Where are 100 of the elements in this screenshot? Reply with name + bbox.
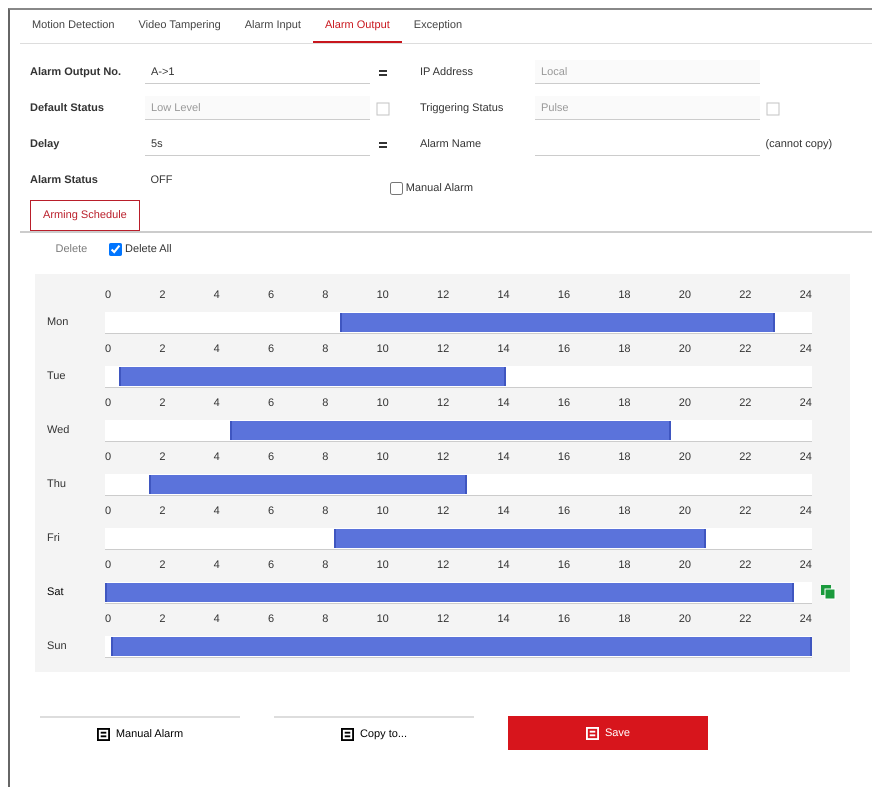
day-label[interactable]: Mon [43, 314, 105, 338]
tick-label: 22 [739, 396, 752, 411]
tab[interactable]: Exception [402, 10, 474, 43]
timeline-track[interactable] [105, 420, 812, 442]
tick-label: 16 [558, 558, 570, 573]
checkbox[interactable] [390, 182, 403, 195]
tick-label: 8 [322, 558, 328, 573]
tick-label: 16 [558, 288, 570, 303]
tick-label: 18 [618, 342, 631, 357]
tick-label: 4 [214, 288, 220, 303]
bar-handle[interactable] [334, 529, 336, 548]
tick-label: 0 [105, 558, 112, 573]
tick-label: 22 [739, 450, 752, 465]
timeline-track[interactable] [105, 312, 812, 334]
list-icon [340, 728, 354, 740]
tick-label: 10 [376, 288, 389, 303]
tab[interactable]: Arming Schedule [30, 200, 140, 230]
bar-handle[interactable] [704, 529, 706, 548]
tick-label: 18 [618, 396, 631, 411]
bar-handle[interactable] [792, 583, 794, 602]
tick-label: 4 [214, 504, 220, 519]
tick-label: 2 [159, 396, 166, 411]
bar-handle[interactable] [464, 475, 467, 494]
bar-handle[interactable] [504, 367, 506, 386]
tab[interactable]: Motion Detection [20, 10, 127, 43]
field-label: Alarm Output No. [29, 64, 122, 80]
day-label[interactable]: Thu [43, 476, 105, 500]
tick-label: 22 [739, 288, 752, 303]
tick-label: 6 [268, 288, 274, 303]
tick-label: 4 [214, 396, 220, 411]
tick-label: 12 [437, 504, 450, 519]
day-label[interactable]: Sun [43, 638, 105, 662]
field-label: Alarm Name [420, 136, 482, 152]
day-label[interactable]: Sat [43, 584, 105, 608]
day-label[interactable]: Fri [43, 530, 105, 554]
tick-label: 4 [214, 558, 220, 573]
bar-handle[interactable] [340, 313, 342, 332]
tick-label: 2 [159, 342, 166, 357]
tick-label: 2 [159, 288, 166, 303]
copy-icon[interactable] [820, 584, 836, 600]
field-label: Default Status [29, 100, 105, 116]
bar-handle[interactable] [669, 421, 671, 440]
tick-label: 20 [678, 396, 691, 411]
tab[interactable]: Alarm Input [232, 10, 313, 43]
tick-label: 14 [497, 612, 510, 627]
day-label[interactable]: Wed [43, 422, 105, 446]
field-value: OFF [150, 172, 174, 188]
tick-label: 12 [437, 396, 450, 411]
tick-label: 20 [678, 504, 691, 519]
action-button[interactable]: Save [508, 716, 708, 750]
bar-handle[interactable] [119, 367, 122, 386]
tick-label: 2 [159, 450, 166, 465]
tick-label: 14 [497, 288, 510, 303]
bar-handle[interactable] [105, 583, 107, 602]
timeline-track[interactable] [105, 582, 812, 604]
tick-label: 14 [497, 396, 510, 411]
bar-handle[interactable] [149, 475, 152, 494]
tick-label: 24 [800, 396, 812, 411]
tick-label: 20 [678, 288, 691, 303]
tick-label: 6 [268, 504, 274, 519]
bar-handle[interactable] [110, 637, 113, 656]
timeline-track[interactable] [105, 366, 812, 388]
timeline-track[interactable] [105, 528, 812, 550]
tick-label: 18 [618, 558, 631, 573]
tick-label: 18 [618, 504, 631, 519]
tab[interactable]: Video Tampering [126, 10, 233, 43]
tick-label: 20 [678, 558, 691, 573]
tick-label: 16 [558, 450, 570, 465]
tick-label: 24 [800, 612, 812, 627]
tick-label: 18 [618, 450, 631, 465]
tick-label: 12 [437, 558, 450, 573]
tick-label: 22 [739, 612, 752, 627]
tick-label: 14 [497, 342, 510, 357]
bar-handle[interactable] [810, 637, 812, 656]
day-label[interactable]: Tue [43, 368, 105, 392]
tick-label: 18 [618, 288, 631, 303]
tick-label: 4 [214, 612, 220, 627]
tick-label: 24 [800, 342, 812, 357]
bar-handle[interactable] [773, 313, 776, 332]
bar-handle[interactable] [230, 421, 232, 440]
tick-label: 4 [214, 342, 220, 357]
tick-label: 10 [376, 450, 389, 465]
tick-label: 12 [437, 288, 450, 303]
tick-label: 22 [739, 504, 752, 519]
field-label: Alarm Status [29, 172, 99, 188]
tick-label: 16 [558, 504, 570, 519]
save-icon [586, 726, 599, 740]
note-text: (cannot copy) [766, 136, 832, 152]
tick-label: 8 [322, 450, 328, 465]
tab[interactable]: Alarm Output [312, 10, 402, 43]
tick-label: 4 [214, 450, 220, 465]
tick-label: 12 [437, 612, 450, 627]
tick-label: 14 [497, 558, 510, 573]
tick-label: 14 [497, 504, 510, 519]
checkbox[interactable] [109, 242, 122, 256]
tick-label: 0 [105, 342, 112, 357]
timeline-track[interactable] [105, 474, 812, 496]
tick-label: 6 [268, 342, 274, 357]
tick-label: 8 [322, 396, 328, 411]
tick-label: 20 [678, 450, 691, 465]
